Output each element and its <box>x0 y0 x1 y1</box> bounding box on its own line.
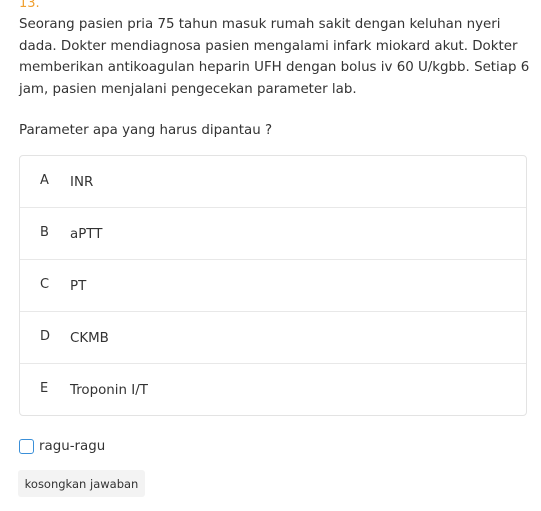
question-prompt: Parameter apa yang harus dipantau ? <box>19 123 273 138</box>
option-letter: E <box>40 381 49 396</box>
option-c[interactable]: C PT <box>20 260 526 312</box>
option-letter: B <box>40 225 49 240</box>
option-letter: D <box>40 329 51 344</box>
option-e[interactable]: E Troponin I/T <box>20 364 526 415</box>
option-label: PT <box>70 279 87 294</box>
option-label: Troponin I/T <box>70 383 148 398</box>
option-letter: A <box>40 173 49 188</box>
clear-answer-button[interactable]: kosongkan jawaban <box>18 470 145 497</box>
option-b[interactable]: B aPTT <box>20 208 526 260</box>
doubt-checkbox[interactable] <box>19 438 34 454</box>
option-letter: C <box>40 277 50 292</box>
option-a[interactable]: A INR <box>20 156 526 208</box>
option-label: aPTT <box>70 227 103 242</box>
doubt-label: ragu-ragu <box>39 438 106 454</box>
option-d[interactable]: D CKMB <box>20 312 526 364</box>
option-label: CKMB <box>70 331 109 346</box>
option-label: INR <box>70 175 94 190</box>
answer-options: A INR B aPTT C PT D CKMB E Troponin I/T <box>19 155 527 416</box>
question-number: 13. <box>19 0 40 11</box>
doubt-toggle[interactable]: ragu-ragu <box>19 436 105 456</box>
question-text: Seorang pasien pria 75 tahun masuk rumah… <box>19 17 530 97</box>
